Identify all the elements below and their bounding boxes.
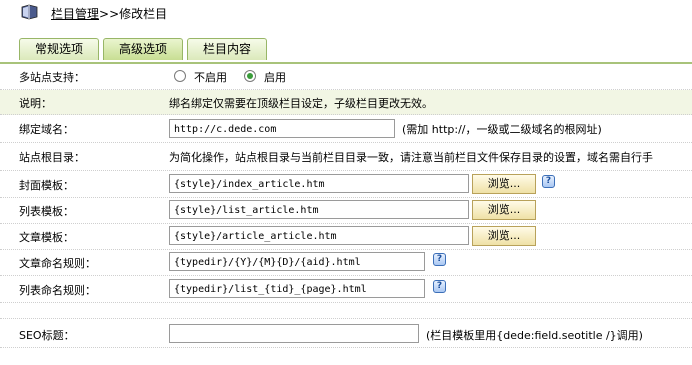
seo-title-row: SEO标题： (栏目模板里用{dede:field.seotitle /}调用) bbox=[0, 319, 692, 348]
multisite-enable-label: 启用 bbox=[264, 71, 286, 84]
cover-template-row: 封面模板： {style}/index_article.htm 浏览... ? bbox=[0, 171, 692, 198]
tab-advanced-options[interactable]: 高级选项 bbox=[103, 38, 183, 60]
site-root-label: 站点根目录： bbox=[19, 151, 85, 164]
help-icon[interactable]: ? bbox=[433, 280, 446, 293]
site-root-row: 站点根目录： 为简化操作，站点根目录与当前栏目目录一致，请注意当前栏目文件保存目… bbox=[0, 143, 692, 171]
description-row: 说明： 绑名绑定仅需要在顶级栏目设定，子级栏目更改无效。 bbox=[0, 90, 692, 115]
article-naming-row: 文章命名规则： {typedir}/{Y}/{M}{D}/{aid}.html … bbox=[0, 250, 692, 276]
list-naming-input[interactable]: {typedir}/list_{tid}_{page}.html bbox=[169, 279, 425, 298]
multisite-enable-radio[interactable] bbox=[244, 70, 256, 82]
seo-title-label: SEO标题： bbox=[19, 329, 75, 342]
description-text: 绑名绑定仅需要在顶级栏目设定，子级栏目更改无效。 bbox=[169, 97, 433, 110]
list-naming-label: 列表命名规则： bbox=[19, 284, 96, 297]
article-template-label: 文章模板： bbox=[19, 231, 74, 244]
top-bar: 栏目管理>>修改栏目 bbox=[0, 0, 692, 28]
spacer-row bbox=[0, 303, 692, 319]
article-naming-input[interactable]: {typedir}/{Y}/{M}{D}/{aid}.html bbox=[169, 252, 425, 271]
tab-category-content[interactable]: 栏目内容 bbox=[187, 38, 267, 60]
tab-bar: 常规选项 高级选项 栏目内容 bbox=[0, 38, 692, 64]
multisite-row: 多站点支持： 不启用 启用 bbox=[0, 64, 692, 90]
article-template-input[interactable]: {style}/article_article.htm bbox=[169, 226, 469, 245]
domain-hint: (需加 http://，一级或二级域名的根网址) bbox=[402, 123, 602, 136]
domain-label: 绑定域名： bbox=[19, 123, 74, 136]
cover-template-input[interactable]: {style}/index_article.htm bbox=[169, 174, 469, 193]
multisite-disable-label: 不启用 bbox=[194, 71, 227, 84]
description-label: 说明： bbox=[19, 97, 52, 110]
help-icon[interactable]: ? bbox=[542, 175, 555, 188]
multisite-label: 多站点支持： bbox=[19, 71, 85, 84]
book-icon bbox=[21, 4, 38, 20]
breadcrumb: 栏目管理>>修改栏目 bbox=[51, 5, 167, 22]
seo-title-hint: (栏目模板里用{dede:field.seotitle /}调用) bbox=[426, 329, 643, 342]
article-template-row: 文章模板： {style}/article_article.htm 浏览... bbox=[0, 224, 692, 250]
list-template-browse-button[interactable]: 浏览... bbox=[472, 200, 536, 220]
article-template-browse-button[interactable]: 浏览... bbox=[472, 226, 536, 246]
site-root-text: 为简化操作，站点根目录与当前栏目目录一致，请注意当前栏目文件保存目录的设置，域名… bbox=[169, 151, 653, 164]
tab-general-options[interactable]: 常规选项 bbox=[19, 38, 99, 60]
article-naming-label: 文章命名规则： bbox=[19, 257, 96, 270]
list-template-label: 列表模板： bbox=[19, 205, 74, 218]
list-template-row: 列表模板： {style}/list_article.htm 浏览... bbox=[0, 198, 692, 224]
help-icon[interactable]: ? bbox=[433, 253, 446, 266]
domain-row: 绑定域名： http://c.dede.com (需加 http://，一级或二… bbox=[0, 115, 692, 143]
cover-template-label: 封面模板： bbox=[19, 179, 74, 192]
breadcrumb-current: >>修改栏目 bbox=[99, 7, 168, 21]
breadcrumb-link-category-management[interactable]: 栏目管理 bbox=[51, 7, 99, 21]
multisite-disable-radio[interactable] bbox=[174, 70, 186, 82]
seo-title-input[interactable] bbox=[169, 324, 419, 343]
list-naming-row: 列表命名规则： {typedir}/list_{tid}_{page}.html… bbox=[0, 276, 692, 303]
cover-template-browse-button[interactable]: 浏览... bbox=[472, 174, 536, 194]
list-template-input[interactable]: {style}/list_article.htm bbox=[169, 200, 469, 219]
domain-input[interactable]: http://c.dede.com bbox=[169, 119, 395, 138]
